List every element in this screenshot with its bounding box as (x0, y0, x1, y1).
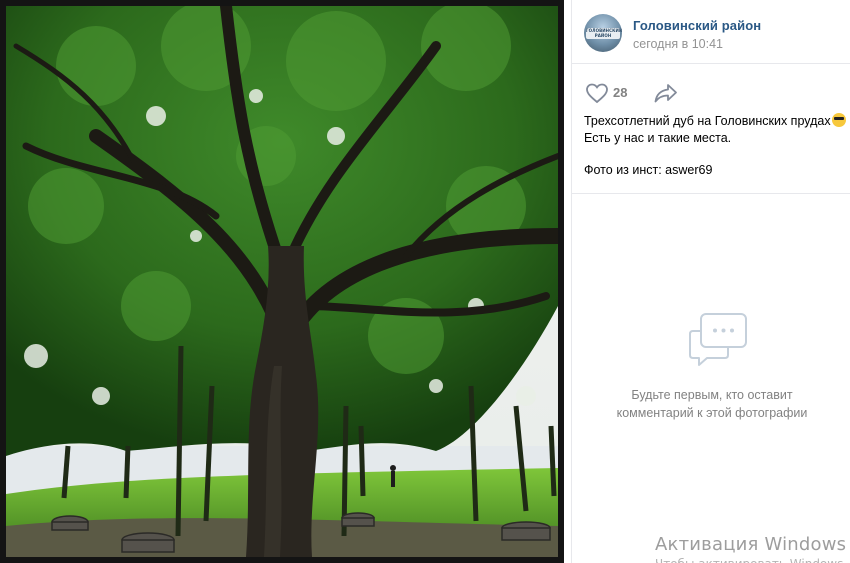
empty-comments-text: Будьте первым, кто оставит комментарий к… (616, 388, 808, 420)
caption-line-3: Фото из инст: aswer69 (584, 163, 713, 177)
sunglasses-emoji-icon (831, 113, 846, 127)
avatar-text: ГОЛОВИНСКИЙ РАЙОН (586, 28, 622, 38)
speech-bubbles-icon (689, 313, 747, 366)
oak-tree-photo[interactable] (6, 6, 558, 557)
windows-activation-sub: Чтобы активировать Windows (655, 556, 843, 563)
post-time[interactable]: сегодня в 10:41 (633, 37, 723, 51)
post-header: ГОЛОВИНСКИЙ РАЙОН Головинский район сего… (572, 0, 850, 64)
comments-area: Будьте первым, кто оставит комментарий к… (572, 193, 850, 563)
group-name-link[interactable]: Головинский район (633, 18, 761, 33)
group-avatar[interactable]: ГОЛОВИНСКИЙ РАЙОН (584, 14, 622, 52)
caption-line-2: Есть у нас и такие места. (584, 131, 732, 145)
photo-side-panel: ГОЛОВИНСКИЙ РАЙОН Головинский район сего… (571, 0, 850, 563)
caption-line-1: Трехсотлетний дуб на Головинских прудах (584, 114, 831, 128)
likes-count[interactable]: 28 (613, 85, 627, 100)
share-arrow-icon[interactable] (653, 82, 679, 104)
post-caption: Трехсотлетний дуб на Головинских прудах … (584, 113, 850, 179)
photo-viewer[interactable] (0, 0, 564, 563)
windows-activation-title: Активация Windows (655, 534, 847, 555)
heart-outline-icon[interactable] (585, 82, 609, 104)
